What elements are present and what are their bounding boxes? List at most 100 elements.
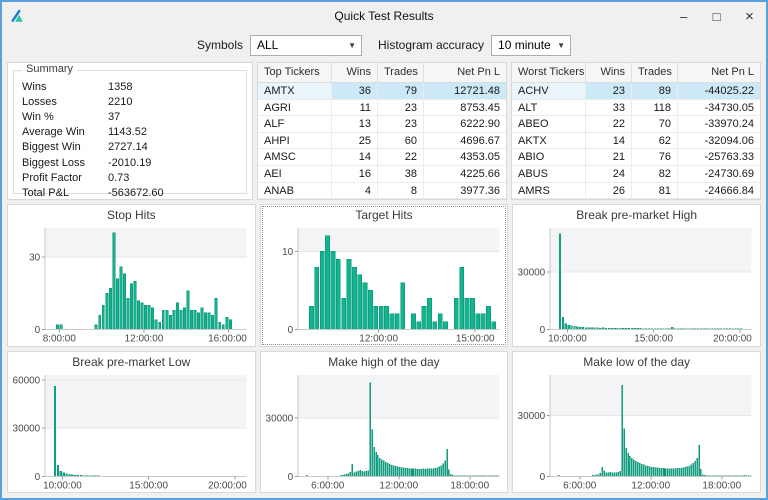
table-cell: -33970.24 <box>678 116 760 133</box>
table-cell: AHPI <box>258 133 332 150</box>
table-cell: 26 <box>586 183 632 200</box>
table-row[interactable]: AEI16384225.66 <box>258 166 506 183</box>
svg-text:10: 10 <box>282 247 294 258</box>
table-row[interactable]: AMTX367912721.48 <box>258 83 506 100</box>
table-row[interactable]: ALF13236222.90 <box>258 116 506 133</box>
table-cell: 22 <box>586 116 632 133</box>
svg-text:15:00:00: 15:00:00 <box>456 334 495 345</box>
table-row[interactable]: AKTX1462-32094.06 <box>512 133 760 150</box>
table-cell: 33 <box>586 100 632 117</box>
chart-panel-make-high-of-the-day[interactable]: Make high of the day0300006:00:0012:00:0… <box>260 351 509 494</box>
chart-panel-make-low-of-the-day[interactable]: Make low of the day0300006:00:0012:00:00… <box>512 351 761 494</box>
summary-label: Losses <box>22 96 108 108</box>
table-cell: -34730.05 <box>678 100 760 117</box>
table-cell: 82 <box>632 166 678 183</box>
maximize-button[interactable]: □ <box>700 2 733 30</box>
chart-title-target-hits: Target Hits <box>261 205 508 223</box>
svg-text:30000: 30000 <box>13 423 41 434</box>
table-cell: 81 <box>632 183 678 200</box>
table-cell: AMSC <box>258 149 332 166</box>
summary-row: Total P&L-563672.60 <box>22 185 244 200</box>
svg-text:8:00:00: 8:00:00 <box>43 334 77 345</box>
table-cell: 4 <box>332 183 378 200</box>
summary-value: 2210 <box>108 96 132 108</box>
svg-text:0: 0 <box>35 472 41 483</box>
table-cell: 16 <box>332 166 378 183</box>
close-button[interactable]: × <box>733 2 766 30</box>
svg-text:0: 0 <box>287 325 293 336</box>
svg-text:0: 0 <box>540 472 546 483</box>
column-header[interactable]: Wins <box>586 63 632 83</box>
table-cell: 38 <box>378 166 424 183</box>
accuracy-selected-value: 10 minute <box>498 38 551 52</box>
app-logo-icon <box>9 8 26 25</box>
chevron-down-icon: ▼ <box>557 41 565 50</box>
svg-text:6:00:00: 6:00:00 <box>564 480 598 491</box>
svg-text:12:00:00: 12:00:00 <box>359 334 398 345</box>
column-header[interactable]: Wins <box>332 63 378 83</box>
table-cell: 23 <box>586 83 632 100</box>
column-header[interactable]: Net Pn L <box>678 63 760 83</box>
svg-text:10:00:00: 10:00:00 <box>43 480 82 491</box>
chart-panel-break-pre-market-high[interactable]: Break pre-market High03000010:00:0015:00… <box>512 204 761 347</box>
svg-text:15:00:00: 15:00:00 <box>129 480 168 491</box>
table-row[interactable]: ANAB483977.36 <box>258 183 506 200</box>
symbols-select[interactable]: ALL ▼ <box>250 35 362 56</box>
table-cell: ALF <box>258 116 332 133</box>
table-cell: AGRI <box>258 100 332 117</box>
table-cell: 8 <box>378 183 424 200</box>
content-area: Summary Wins1358Losses2210Win %37Average… <box>2 60 766 498</box>
summary-value: 1358 <box>108 81 132 93</box>
svg-text:6:00:00: 6:00:00 <box>311 480 345 491</box>
table-row[interactable]: ABEO2270-33970.24 <box>512 116 760 133</box>
table-cell: -24666.84 <box>678 183 760 200</box>
table-row[interactable]: AGRI11238753.45 <box>258 100 506 117</box>
summary-panel: Summary Wins1358Losses2210Win %37Average… <box>7 62 253 200</box>
table-row[interactable]: AMSC14224353.05 <box>258 149 506 166</box>
table-cell: AEI <box>258 166 332 183</box>
svg-text:18:00:00: 18:00:00 <box>703 480 742 491</box>
toolbar: Symbols ALL ▼ Histogram accuracy 10 minu… <box>2 30 766 60</box>
chart-panel-target-hits[interactable]: Target Hits 0 10 12:00:00 15:00:00 <box>260 204 509 347</box>
table-row[interactable]: ACHV2389-44025.22 <box>512 83 760 100</box>
table-cell: ANAB <box>258 183 332 200</box>
chart-panel-break-pre-market-low[interactable]: Break pre-market Low0300006000010:00:001… <box>7 351 256 494</box>
table-cell: 60 <box>378 133 424 150</box>
histogram-svg-target-hits: 0 10 12:00:00 15:00:00 <box>261 223 508 346</box>
chart-title-break-pre-market-high: Break pre-market High <box>513 205 760 223</box>
table-cell: 62 <box>632 133 678 150</box>
summary-row: Biggest Win2727.14 <box>22 140 244 155</box>
histogram-svg-make-low-of-the-day: 0 30000 6:00:00 12:00:00 18:00:00 <box>513 370 760 493</box>
table-cell: 23 <box>378 116 424 133</box>
minimize-button[interactable]: – <box>667 2 700 30</box>
table-row[interactable]: ALT33118-34730.05 <box>512 100 760 117</box>
table-row[interactable]: AMRS2681-24666.84 <box>512 183 760 200</box>
chart-title-make-high-of-the-day: Make high of the day <box>261 352 508 370</box>
column-header[interactable]: Top Tickers <box>258 63 332 83</box>
svg-text:20:00:00: 20:00:00 <box>208 480 247 491</box>
table-cell: 79 <box>378 83 424 100</box>
symbols-selected-value: ALL <box>257 38 278 52</box>
column-header[interactable]: Trades <box>632 63 678 83</box>
table-row[interactable]: ABUS2482-24730.69 <box>512 166 760 183</box>
svg-text:12:00:00: 12:00:00 <box>379 480 418 491</box>
svg-text:60000: 60000 <box>13 375 41 386</box>
svg-text:30000: 30000 <box>518 268 546 279</box>
column-header[interactable]: Trades <box>378 63 424 83</box>
column-header[interactable]: Worst Tickers <box>512 63 586 83</box>
window-controls: – □ × <box>667 2 766 30</box>
table-cell: AKTX <box>512 133 586 150</box>
chart-panel-stop-hits[interactable]: Stop Hits0308:00:0012:00:0016:00:00 <box>7 204 256 347</box>
table-row[interactable]: AHPI25604696.67 <box>258 133 506 150</box>
table-cell: AMRS <box>512 183 586 200</box>
svg-text:18:00:00: 18:00:00 <box>450 480 489 491</box>
svg-text:16:00:00: 16:00:00 <box>208 334 247 345</box>
histogram-accuracy-select[interactable]: 10 minute ▼ <box>491 35 571 56</box>
summary-label: Total P&L <box>22 187 108 199</box>
table-cell: 25 <box>332 133 378 150</box>
table-row[interactable]: ABIO2176-25763.33 <box>512 149 760 166</box>
column-header[interactable]: Net Pn L <box>424 63 506 83</box>
svg-text:12:00:00: 12:00:00 <box>632 480 671 491</box>
svg-text:30000: 30000 <box>518 411 546 422</box>
summary-groupbox: Summary Wins1358Losses2210Win %37Average… <box>13 70 247 194</box>
